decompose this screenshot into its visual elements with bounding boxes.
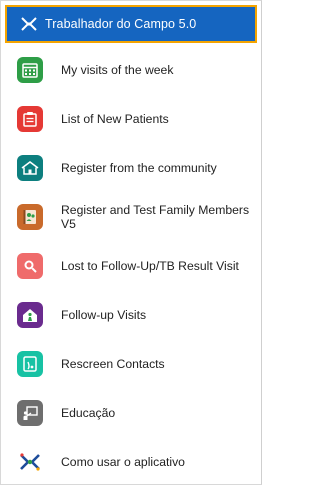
clipboard-list-icon <box>17 105 43 132</box>
menu-item-lost-follow-up[interactable]: Lost to Follow-Up/TB Result Visit <box>1 241 261 290</box>
menu-item-label: Follow-up Visits <box>61 307 147 322</box>
menu-item-register-community[interactable]: Register from the community <box>1 143 261 192</box>
rescreen-tablet-icon <box>17 350 43 377</box>
menu-item-new-patients[interactable]: List of New Patients <box>1 94 261 143</box>
menu-item-register-family[interactable]: Register and Test Family Members V5 <box>1 192 261 241</box>
community-house-icon <box>17 154 43 181</box>
menu-item-label: List of New Patients <box>61 111 169 126</box>
menu-item-label: Como usar o aplicativo <box>61 454 185 469</box>
app-title: Trabalhador do Campo 5.0 <box>45 17 197 31</box>
menu-item-label: Educação <box>61 405 116 420</box>
menu-item-follow-up-visits[interactable]: Follow-up Visits <box>1 290 261 339</box>
app-logo-icon <box>17 12 41 36</box>
menu-item-label: Rescreen Contacts <box>61 356 165 371</box>
search-magnifier-icon <box>17 252 43 279</box>
menu-item-rescreen-contacts[interactable]: Rescreen Contacts <box>1 339 261 388</box>
education-board-icon <box>17 399 43 426</box>
menu-item-label: Register from the community <box>61 160 217 175</box>
home-visit-icon <box>17 301 43 328</box>
menu-item-educacao[interactable]: Educação <box>1 388 261 437</box>
app-frame: Trabalhador do Campo 5.0 My visits of th… <box>0 0 262 485</box>
menu-item-label: My visits of the week <box>61 62 174 77</box>
app-header: Trabalhador do Campo 5.0 <box>5 5 257 43</box>
menu-item-como-usar[interactable]: Como usar o aplicativo <box>1 437 261 486</box>
app-guide-icon <box>17 448 43 475</box>
menu-item-my-visits[interactable]: My visits of the week <box>1 45 261 94</box>
menu-item-label: Register and Test Family Members V5 <box>61 202 250 231</box>
menu-item-label: Lost to Follow-Up/TB Result Visit <box>61 258 239 273</box>
calendar-icon <box>17 56 43 83</box>
family-register-icon <box>17 203 43 230</box>
